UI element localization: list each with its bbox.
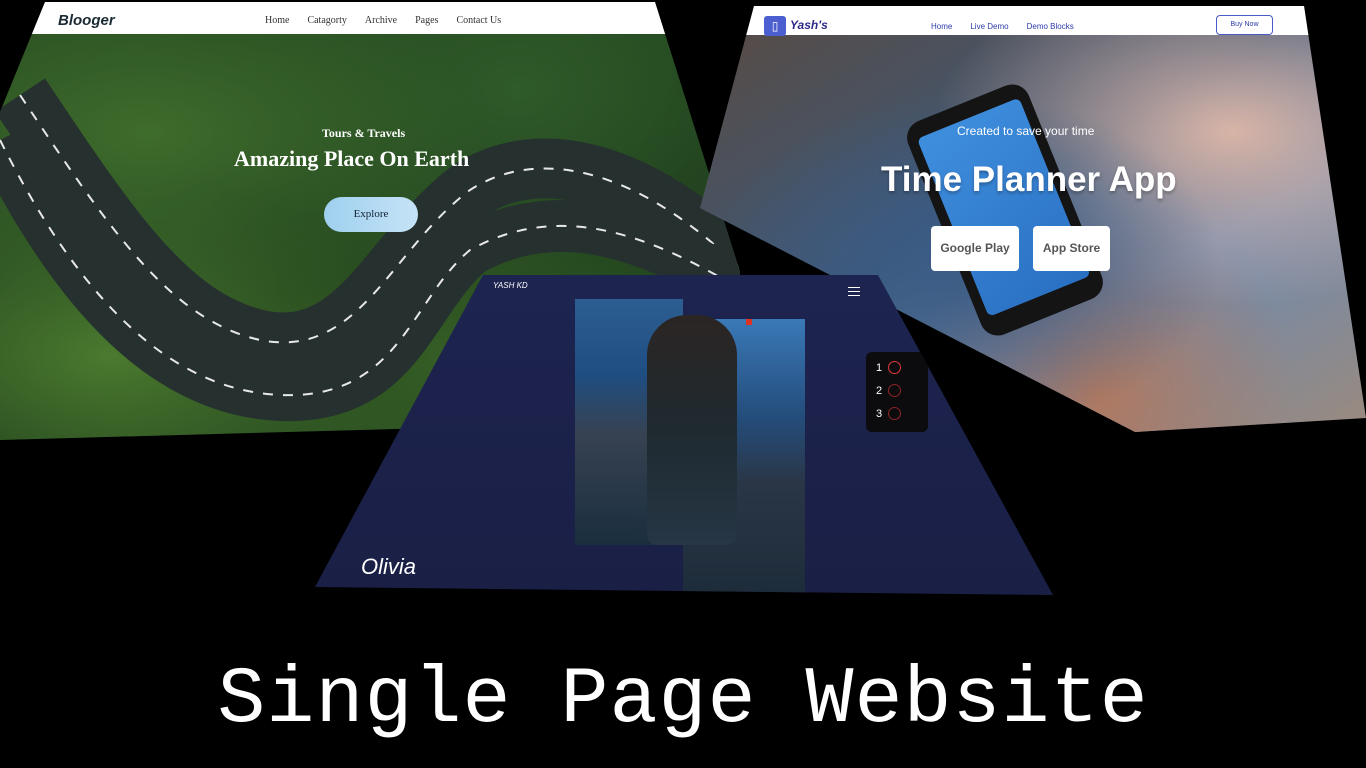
blooger-hero-subtitle: Tours & Travels: [322, 126, 406, 140]
pager-number: 1: [876, 362, 883, 374]
app-store-button[interactable]: App Store: [1033, 226, 1110, 271]
blooger-nav-contact[interactable]: Contact Us: [456, 15, 501, 26]
blooger-nav-home[interactable]: Home: [265, 15, 289, 26]
blooger-nav-pages[interactable]: Pages: [415, 15, 438, 26]
yash-navbar: ▯ Yash's Home Live Demo Demo Blocks Buy …: [700, 6, 1366, 36]
yash-menu: Home Live Demo Demo Blocks: [931, 22, 1092, 31]
blooger-logo[interactable]: Blooger: [58, 12, 115, 29]
pager-number: 3: [876, 408, 883, 420]
google-play-button[interactable]: Google Play: [931, 226, 1019, 271]
buy-now-button[interactable]: Buy Now: [1216, 15, 1273, 35]
model-name: Olivia: [361, 554, 417, 579]
yash-hero-subtitle: Created to save your time: [957, 124, 1095, 138]
yash-logo[interactable]: Yash's: [790, 18, 828, 32]
active-dot-icon: [888, 361, 901, 374]
pager-item-2[interactable]: 2: [876, 384, 901, 397]
blooger-hero-title: Amazing Place On Earth: [234, 146, 470, 171]
hamburger-menu-icon[interactable]: [848, 287, 860, 299]
pager-number: 2: [876, 385, 883, 397]
blooger-menu: Home Catagorty Archive Pages Contact Us: [265, 15, 519, 26]
dot-icon: [888, 384, 901, 397]
yash-nav-home[interactable]: Home: [931, 22, 952, 31]
pager-item-1[interactable]: 1: [876, 361, 901, 374]
phone-icon: ▯: [764, 16, 786, 36]
blooger-nav-catagorty[interactable]: Catagorty: [307, 15, 346, 26]
blooger-nav-archive[interactable]: Archive: [365, 15, 397, 26]
blooger-navbar: Blooger Home Catagorty Archive Pages Con…: [0, 2, 740, 34]
slide-pager: 1 2 3: [866, 352, 928, 432]
explore-button[interactable]: Explore: [324, 197, 418, 232]
caption-title: Single Page Website: [217, 655, 1149, 746]
kd-logo[interactable]: YASH KD: [493, 281, 528, 290]
yash-nav-live-demo[interactable]: Live Demo: [970, 22, 1008, 31]
yash-nav-demo-blocks[interactable]: Demo Blocks: [1027, 22, 1074, 31]
photographer-figure: [647, 315, 737, 545]
yash-hero-title: Time Planner App: [881, 160, 1177, 199]
red-accent-mark: [746, 319, 752, 325]
pager-item-3[interactable]: 3: [876, 407, 901, 420]
dot-icon: [888, 407, 901, 420]
